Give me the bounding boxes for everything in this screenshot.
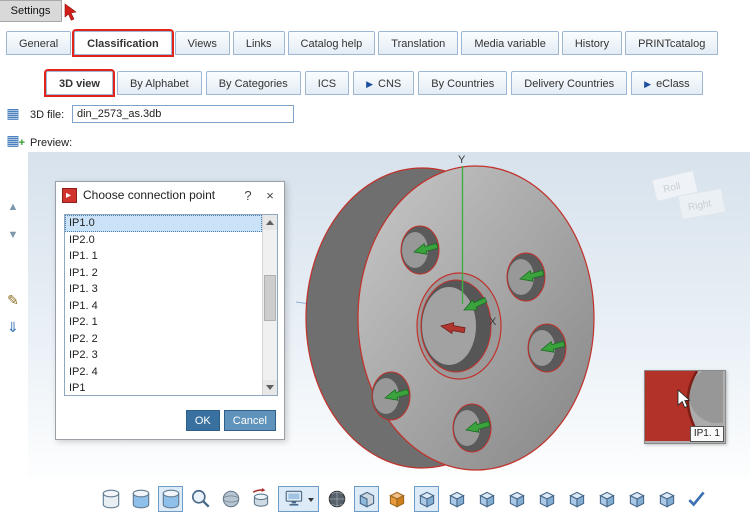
material-box-icon[interactable] bbox=[384, 486, 409, 512]
3d-view-toolbar bbox=[0, 480, 750, 525]
settings-window: Settings General Classification Views Li… bbox=[0, 0, 750, 525]
expand-icon: ▶ bbox=[644, 79, 652, 89]
cube-view-icon-7[interactable] bbox=[594, 486, 619, 512]
list-scrollbar[interactable] bbox=[262, 215, 277, 395]
tab-printcatalog[interactable]: PRINTcatalog bbox=[625, 31, 719, 55]
mesh-sphere-icon[interactable] bbox=[324, 486, 349, 512]
ok-button[interactable]: OK bbox=[185, 410, 220, 431]
edit-document-icon[interactable] bbox=[4, 291, 22, 309]
tab-media-variable[interactable]: Media variable bbox=[461, 31, 559, 55]
clip-box-icon[interactable] bbox=[354, 486, 379, 512]
connection-point-dialog-icon bbox=[62, 187, 77, 203]
cube-view-icon-6[interactable] bbox=[564, 486, 589, 512]
tab-general[interactable]: General bbox=[6, 31, 72, 55]
list-item[interactable]: IP2. 1 bbox=[65, 314, 262, 331]
move-up-icon[interactable] bbox=[4, 196, 22, 214]
list-item[interactable]: IP2. 4 bbox=[65, 364, 262, 381]
settings-window-tab[interactable]: Settings bbox=[0, 0, 62, 22]
tab-cns[interactable]: ▶ CNS bbox=[353, 71, 415, 95]
magnifier-point-label: IP1. 1 bbox=[689, 426, 724, 442]
scroll-down-icon[interactable] bbox=[263, 380, 277, 395]
cylinder-active-icon[interactable] bbox=[158, 486, 183, 512]
list-item[interactable]: IP1. 4 bbox=[65, 298, 262, 315]
tab-ics[interactable]: ICS bbox=[304, 71, 350, 95]
3d-file-label: 3D file: bbox=[30, 109, 65, 121]
tab-by-categories[interactable]: By Categories bbox=[205, 71, 301, 95]
flange-model bbox=[305, 165, 595, 471]
cancel-button[interactable]: Cancel bbox=[223, 410, 276, 431]
tab-history[interactable]: History bbox=[561, 31, 623, 55]
tab-eclass-label: eClass bbox=[656, 78, 690, 90]
list-item[interactable]: IP1. 3 bbox=[65, 281, 262, 298]
import-document-icon[interactable] bbox=[4, 318, 22, 336]
list-item[interactable]: IP2. 3 bbox=[65, 347, 262, 364]
cube-view-icon-1[interactable] bbox=[414, 486, 439, 512]
main-tab-bar: General Classification Views Links Catal… bbox=[6, 29, 719, 57]
cube-view-icon-8[interactable] bbox=[624, 486, 649, 512]
tab-links[interactable]: Links bbox=[232, 31, 285, 55]
cube-view-icon-2[interactable] bbox=[444, 486, 469, 512]
tab-eclass[interactable]: ▶ eClass bbox=[631, 71, 703, 95]
cylinder-shaded-icon[interactable] bbox=[128, 486, 153, 512]
chevron-down-icon bbox=[307, 497, 314, 505]
list-item[interactable]: IP1. 1 bbox=[65, 248, 262, 265]
tab-by-countries[interactable]: By Countries bbox=[418, 71, 508, 95]
list-item[interactable]: IP1 bbox=[65, 380, 262, 395]
scrollbar-thumb[interactable] bbox=[264, 275, 276, 321]
dialog-close-button[interactable]: × bbox=[262, 188, 278, 203]
view-cube[interactable]: Roll Right bbox=[651, 169, 727, 221]
render-mode-dropdown[interactable] bbox=[278, 486, 319, 512]
annotation-cursor-icon bbox=[64, 3, 77, 21]
connection-point-magnifier: IP1. 1 bbox=[644, 367, 745, 444]
cube-view-icon-9[interactable] bbox=[654, 486, 679, 512]
tab-classification[interactable]: Classification bbox=[72, 29, 174, 57]
cube-view-icon-3[interactable] bbox=[474, 486, 499, 512]
catalog-table-add-icon[interactable] bbox=[4, 131, 25, 152]
cube-view-icon-4[interactable] bbox=[504, 486, 529, 512]
dialog-title-bar[interactable]: Choose connection point ? × bbox=[56, 182, 284, 208]
list-item[interactable]: IP2.0 bbox=[65, 232, 262, 249]
catalog-table-icon[interactable] bbox=[4, 104, 22, 122]
choose-connection-point-dialog: Choose connection point ? × IP1.0 IP2.0 … bbox=[55, 181, 285, 440]
dialog-help-button[interactable]: ? bbox=[240, 188, 256, 203]
3d-file-input[interactable] bbox=[72, 105, 294, 123]
tab-by-alphabet[interactable]: By Alphabet bbox=[116, 71, 202, 95]
list-item[interactable]: IP1.0 bbox=[65, 215, 262, 232]
x-axis-label: X bbox=[489, 316, 497, 328]
tab-views[interactable]: Views bbox=[174, 31, 230, 55]
cylinder-solid-icon[interactable] bbox=[98, 486, 123, 512]
list-item[interactable]: IP2. 2 bbox=[65, 331, 262, 348]
apply-check-icon[interactable] bbox=[684, 486, 709, 512]
classification-sub-tab-bar: 3D view By Alphabet By Categories ICS ▶ C… bbox=[44, 69, 703, 97]
cylinder-rotate-icon[interactable] bbox=[248, 486, 273, 512]
tab-3d-view[interactable]: 3D view bbox=[44, 69, 115, 97]
move-down-icon[interactable] bbox=[4, 224, 22, 242]
dialog-title: Choose connection point bbox=[83, 188, 216, 202]
tab-catalog-help[interactable]: Catalog help bbox=[287, 31, 376, 55]
tab-delivery-countries[interactable]: Delivery Countries bbox=[511, 71, 628, 95]
tab-cns-label: CNS bbox=[378, 78, 402, 90]
sphere-icon[interactable] bbox=[218, 486, 243, 512]
cube-view-icon-5[interactable] bbox=[534, 486, 559, 512]
y-axis-label: Y bbox=[458, 154, 466, 166]
zoom-icon[interactable] bbox=[188, 486, 213, 512]
preview-label: Preview: bbox=[30, 137, 73, 149]
tab-translation[interactable]: Translation bbox=[378, 31, 459, 55]
expand-icon: ▶ bbox=[366, 79, 374, 89]
list-item[interactable]: IP1. 2 bbox=[65, 265, 262, 282]
connection-point-list: IP1.0 IP2.0 IP1. 1 IP1. 2 IP1. 3 IP1. 4 … bbox=[64, 214, 278, 396]
scroll-up-icon[interactable] bbox=[263, 215, 277, 230]
